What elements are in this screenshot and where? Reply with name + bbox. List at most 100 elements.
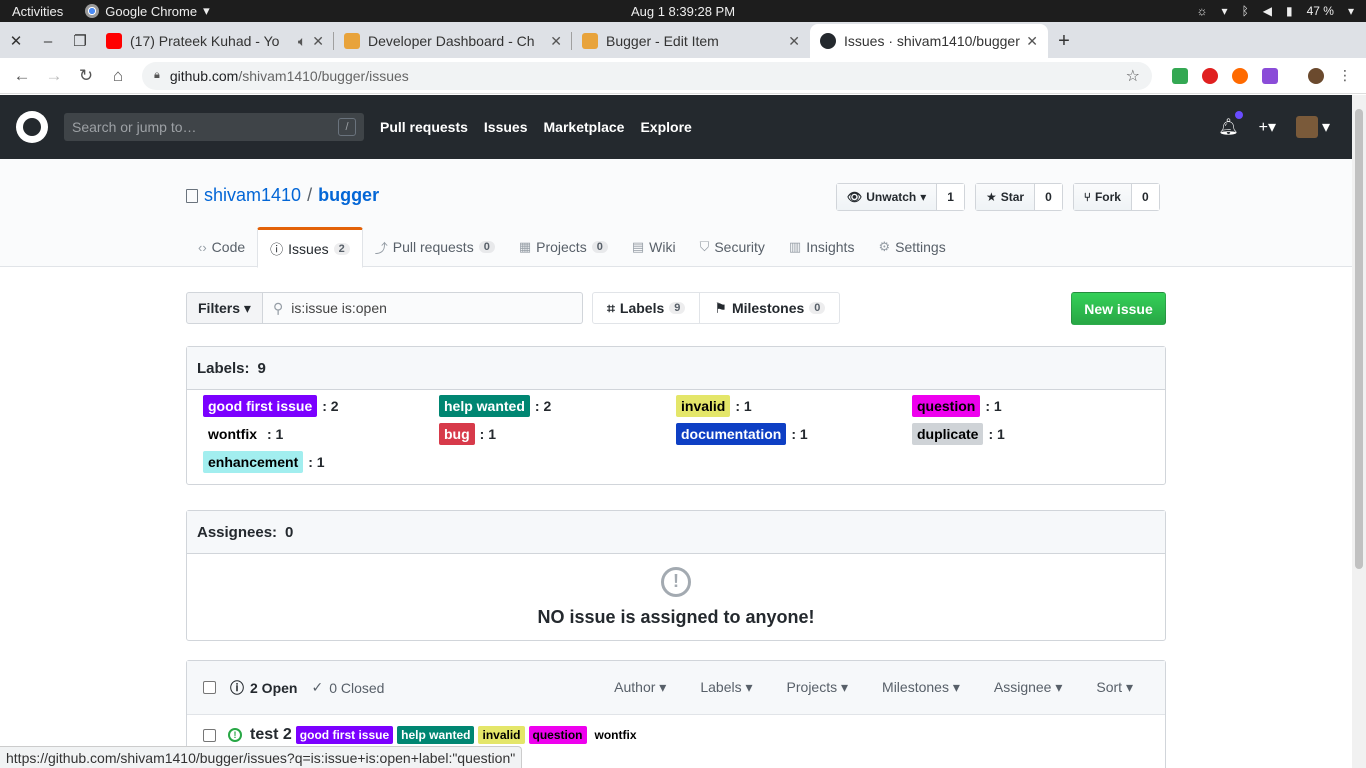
global-nav: Pull requests Issues Marketplace Explore — [380, 119, 692, 135]
nav-pull-requests[interactable]: Pull requests — [380, 119, 468, 135]
label-stat: question: 1 — [912, 395, 1002, 417]
home-icon[interactable]: ⌂ — [102, 66, 134, 86]
tab-pull-requests[interactable]: ⤴ Pull requests 0 — [363, 227, 507, 267]
back-icon[interactable]: ← — [6, 66, 38, 86]
notifications-bell-icon[interactable]: 🔔︎ — [1218, 111, 1243, 137]
label-pill[interactable]: enhancement — [203, 451, 304, 473]
tab-title: Developer Dashboard - Ch — [368, 33, 535, 49]
tab-projects[interactable]: ▦ Projects 0 — [507, 227, 620, 267]
create-new-plus-icon[interactable]: +▾ — [1259, 117, 1276, 137]
tab-issues[interactable]: ⓘ Issues 2 — [257, 227, 363, 268]
label-count: : 2 — [322, 398, 339, 414]
tab-settings[interactable]: ⚙ Settings — [866, 227, 957, 267]
open-issues-filter[interactable]: ⓘ 2 Open — [230, 678, 297, 698]
audio-icon[interactable]: 🔈︎ — [298, 33, 306, 50]
search-input[interactable]: Search or jump to… / — [64, 113, 364, 141]
issue-label[interactable]: good first issue — [295, 726, 394, 744]
filters-button[interactable]: Filters ▾ — [186, 292, 263, 324]
caret-down-icon: ▾ — [1321, 119, 1330, 136]
milestones-button[interactable]: ⚑ Milestones 0 — [699, 293, 839, 323]
new-tab-button[interactable]: + — [1048, 24, 1080, 58]
lock-icon[interactable]: 🔒︎ — [154, 69, 160, 82]
tab-security[interactable]: ⛉ Security — [688, 227, 777, 267]
fork-button[interactable]: ⑂ Fork — [1073, 184, 1132, 210]
label-pill[interactable]: good first issue — [203, 395, 318, 417]
system-tray[interactable]: ☼ ▾ ᛒ ◀ ▮ 47 % ▾ — [1197, 4, 1354, 18]
tab-code[interactable]: ‹› Code — [186, 227, 257, 267]
labels-button[interactable]: ⌗ Labels 9 — [593, 293, 699, 323]
app-menu[interactable]: Google Chrome ▾ — [85, 3, 210, 19]
milestones-dropdown[interactable]: Milestones ▾ — [882, 679, 960, 696]
tab-github-issues[interactable]: Issues · shivam1410/bugger ✕ — [810, 24, 1048, 58]
star-button[interactable]: ★ Star — [975, 184, 1036, 210]
nav-explore[interactable]: Explore — [640, 119, 691, 135]
issues-list-header: ⓘ 2 Open ✓ 0 Closed Author ▾ Labels ▾ Proj… — [187, 661, 1165, 715]
stars-count[interactable]: 0 — [1035, 184, 1062, 210]
assignees-summary-count: 0 — [285, 523, 294, 541]
label-pill[interactable]: documentation — [676, 423, 787, 445]
select-all-checkbox[interactable] — [203, 681, 216, 694]
tab-title: (17) Prateek Kuhad - Yo — [130, 33, 280, 49]
sort-dropdown[interactable]: Sort ▾ — [1096, 679, 1133, 696]
tab-close-icon[interactable]: ✕ — [312, 33, 324, 50]
extension-icon[interactable] — [1172, 67, 1188, 84]
issue-label[interactable]: question — [528, 726, 587, 744]
tab-close-icon[interactable]: ✕ — [550, 33, 562, 50]
issue-title-link[interactable]: test 2 — [250, 726, 292, 744]
menu-kebab-icon[interactable]: ⋮ — [1338, 67, 1352, 84]
issue-label[interactable]: wontfix — [590, 726, 641, 744]
unwatch-label: Unwatch — [866, 190, 917, 204]
label-pill[interactable]: question — [912, 395, 981, 417]
watchers-count[interactable]: 1 — [937, 184, 964, 210]
tab-wiki[interactable]: ▤ Wiki — [620, 227, 688, 267]
new-issue-button[interactable]: New issue — [1071, 292, 1166, 325]
tab-insights[interactable]: ▥ Insights — [777, 227, 867, 267]
search-issues-input[interactable]: ⚲ is:issue is:open — [262, 292, 583, 324]
extension-icon[interactable] — [1232, 67, 1248, 84]
assignee-dropdown[interactable]: Assignee ▾ — [994, 679, 1063, 696]
issue-label[interactable]: invalid — [478, 726, 525, 744]
projects-dropdown[interactable]: Projects ▾ — [787, 679, 849, 696]
extension-icon[interactable] — [1262, 67, 1278, 84]
tab-developer-dashboard[interactable]: Developer Dashboard - Ch ✕ — [334, 24, 572, 58]
close-window-icon[interactable]: ✕ — [0, 24, 32, 58]
unwatch-button[interactable]: 👁︎ Unwatch ▾ — [837, 184, 938, 210]
repo-name-link[interactable]: bugger — [318, 185, 379, 206]
issue-label[interactable]: help wanted — [397, 726, 475, 744]
tab-close-icon[interactable]: ✕ — [1026, 33, 1038, 50]
github-logo-icon[interactable] — [16, 111, 48, 143]
nav-marketplace[interactable]: Marketplace — [544, 119, 625, 135]
bookmark-star-icon[interactable]: ☆ — [1126, 66, 1140, 86]
repo-owner-link[interactable]: shivam1410 — [204, 185, 301, 206]
author-dropdown[interactable]: Author ▾ — [614, 679, 666, 696]
url-host: github.com — [169, 67, 239, 84]
restore-window-icon[interactable]: ❐ — [64, 24, 96, 58]
label-pill[interactable]: bug — [439, 423, 475, 445]
clock[interactable]: Aug 1 8:39:28 PM — [631, 4, 735, 19]
label-pill[interactable]: wontfix — [203, 423, 262, 445]
tab-bugger-edit[interactable]: Bugger - Edit Item ✕ — [572, 24, 810, 58]
extension-icon[interactable] — [1202, 67, 1218, 84]
user-menu[interactable]: ▾ — [1295, 116, 1330, 138]
label-pill[interactable]: duplicate — [912, 423, 984, 445]
labels-label: Labels — [619, 300, 665, 316]
labels-dropdown[interactable]: Labels ▾ — [700, 679, 752, 696]
label-count: : 1 — [985, 398, 1002, 414]
repo-header: shivam1410 / bugger 👁︎ Unwatch ▾ 1 ★ Star … — [0, 159, 1352, 268]
forks-count[interactable]: 0 — [1131, 184, 1159, 210]
label-pill[interactable]: help wanted — [439, 395, 530, 417]
activities-button[interactable]: Activities — [12, 4, 63, 19]
reload-icon[interactable]: ↻ — [70, 66, 102, 86]
label-pill[interactable]: invalid — [676, 395, 731, 417]
profile-avatar[interactable] — [1308, 67, 1324, 84]
nav-issues[interactable]: Issues — [484, 119, 528, 135]
caret-down-icon: ▾ — [203, 3, 210, 18]
tab-close-icon[interactable]: ✕ — [788, 33, 800, 50]
closed-issues-filter[interactable]: ✓ 0 Closed — [311, 679, 384, 696]
issue-checkbox[interactable] — [203, 728, 216, 742]
page-scrollbar[interactable] — [1352, 95, 1366, 768]
tab-youtube[interactable]: (17) Prateek Kuhad - Yo 🔈︎ ✕ — [96, 24, 334, 58]
address-bar[interactable]: 🔒︎ github.com /shivam1410/bugger/issues … — [142, 61, 1152, 90]
minimize-window-icon[interactable]: – — [32, 24, 64, 58]
forward-icon[interactable]: → — [38, 66, 70, 86]
